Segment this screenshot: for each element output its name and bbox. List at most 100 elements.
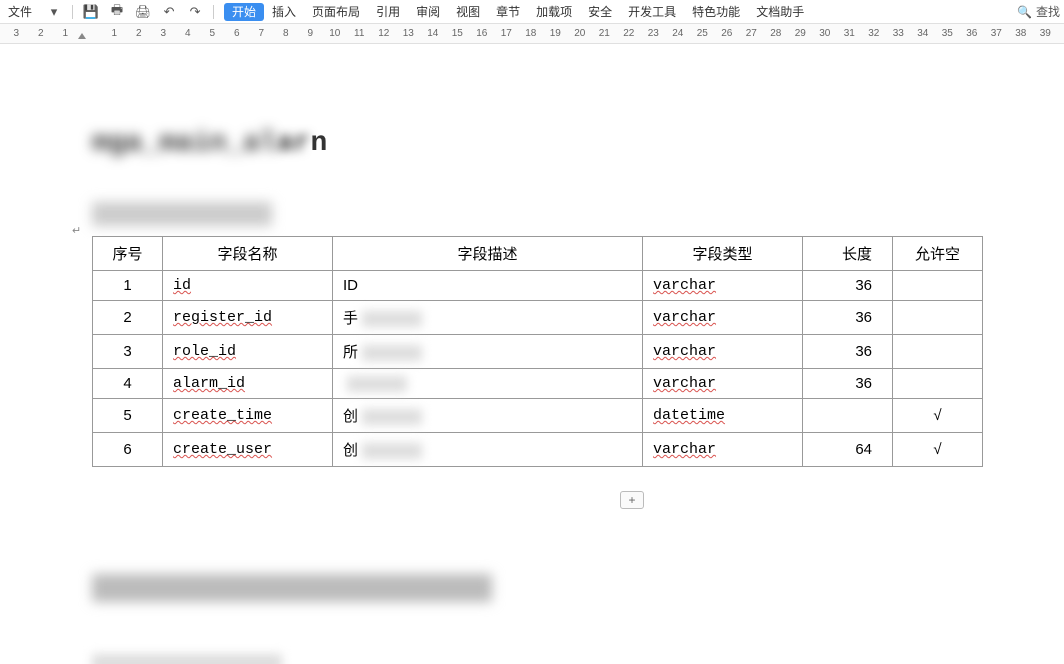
tab-加载项[interactable]: 加载项 [528, 3, 580, 21]
print-preview-icon[interactable]: 🖨 [135, 4, 151, 20]
cell-null[interactable] [893, 271, 983, 301]
print-icon[interactable]: 🖶 [109, 4, 125, 20]
page[interactable]: mga_main_alarn ↵ 序号 字段名称 字段描述 字段类型 长度 允许… [0, 44, 1064, 664]
ruler-tick: 20 [568, 28, 593, 39]
ruler-tick: 38 [1009, 28, 1034, 39]
ruler-tick: 17 [494, 28, 519, 39]
cell-seq[interactable]: 4 [93, 369, 163, 399]
ruler[interactable]: 3211234567891011121314151617181920212223… [0, 24, 1064, 44]
table-row[interactable]: 2register_id手varchar36 [93, 301, 983, 335]
ruler-tick: 15 [445, 28, 470, 39]
cell-len[interactable]: 36 [803, 369, 893, 399]
cell-seq[interactable]: 1 [93, 271, 163, 301]
cell-desc[interactable]: 所 [333, 335, 643, 369]
tab-引用[interactable]: 引用 [368, 3, 408, 21]
cell-len[interactable]: 64 [803, 433, 893, 467]
table-row[interactable]: 5create_time创datetime √ [93, 399, 983, 433]
header-len[interactable]: 长度 [803, 237, 893, 271]
tab-章节[interactable]: 章节 [488, 3, 528, 21]
cell-desc[interactable] [333, 369, 643, 399]
document-area: mga_main_alarn ↵ 序号 字段名称 字段描述 字段类型 长度 允许… [0, 44, 1064, 664]
tab-视图[interactable]: 视图 [448, 3, 488, 21]
cell-null[interactable] [893, 335, 983, 369]
ruler-tick: 24 [666, 28, 691, 39]
table-row[interactable]: 4alarm_id varchar36 [93, 369, 983, 399]
cell-len[interactable]: 36 [803, 271, 893, 301]
search-button[interactable]: 🔍 查找 [1017, 3, 1060, 20]
tab-开始[interactable]: 开始 [224, 3, 264, 21]
cell-type[interactable]: varchar [643, 271, 803, 301]
cell-null[interactable] [893, 369, 983, 399]
header-null[interactable]: 允许空 [893, 237, 983, 271]
ruler-tick: 29 [788, 28, 813, 39]
cell-seq[interactable]: 2 [93, 301, 163, 335]
tab-安全[interactable]: 安全 [580, 3, 620, 21]
cell-type[interactable]: varchar [643, 433, 803, 467]
cell-len[interactable] [803, 399, 893, 433]
table-row[interactable]: 3role_id所varchar36 [93, 335, 983, 369]
ruler-tick: 18 [519, 28, 544, 39]
cell-null[interactable] [893, 301, 983, 335]
ruler-tick: 1 [102, 28, 127, 39]
file-menu[interactable]: 文件 [4, 3, 36, 20]
ruler-tick: 27 [739, 28, 764, 39]
tab-开发工具[interactable]: 开发工具 [620, 3, 684, 21]
schema-table[interactable]: 序号 字段名称 字段描述 字段类型 长度 允许空 1idIDvarchar362… [92, 236, 983, 467]
tab-审阅[interactable]: 审阅 [408, 3, 448, 21]
cell-desc[interactable]: 手 [333, 301, 643, 335]
ruler-tick: 13 [396, 28, 421, 39]
divider [72, 5, 73, 19]
cell-len[interactable]: 36 [803, 335, 893, 369]
cell-desc[interactable]: 创 [333, 399, 643, 433]
cell-desc[interactable]: ID [333, 271, 643, 301]
tabs: 开始插入页面布局引用审阅视图章节加载项安全开发工具特色功能文档助手 [224, 3, 812, 20]
tab-页面布局[interactable]: 页面布局 [304, 3, 368, 21]
file-dropdown-icon[interactable]: ▾ [46, 4, 62, 20]
ruler-tick: 5 [200, 28, 225, 39]
bottom-text-redacted [92, 654, 282, 664]
cell-name[interactable]: create_time [163, 399, 333, 433]
ruler-tick: 8 [274, 28, 299, 39]
header-seq[interactable]: 序号 [93, 237, 163, 271]
add-row-button[interactable]: + [620, 491, 644, 509]
cell-seq[interactable]: 3 [93, 335, 163, 369]
cell-seq[interactable]: 5 [93, 399, 163, 433]
cell-null[interactable]: √ [893, 433, 983, 467]
tab-插入[interactable]: 插入 [264, 3, 304, 21]
header-name[interactable]: 字段名称 [163, 237, 333, 271]
cell-type[interactable]: varchar [643, 335, 803, 369]
search-icon: 🔍 [1017, 5, 1032, 19]
ruler-tick: 40 [1058, 28, 1064, 39]
cell-type[interactable]: varchar [643, 369, 803, 399]
divider [213, 5, 214, 19]
table-row[interactable]: 1idIDvarchar36 [93, 271, 983, 301]
header-type[interactable]: 字段类型 [643, 237, 803, 271]
ruler-tick: 19 [543, 28, 568, 39]
cell-null[interactable]: √ [893, 399, 983, 433]
ruler-tick: 2 [127, 28, 152, 39]
cell-desc[interactable]: 创 [333, 433, 643, 467]
cell-len[interactable]: 36 [803, 301, 893, 335]
cell-name[interactable]: register_id [163, 301, 333, 335]
indent-marker-icon[interactable] [78, 33, 86, 39]
ruler-tick: 39 [1033, 28, 1058, 39]
header-desc[interactable]: 字段描述 [333, 237, 643, 271]
document-title[interactable]: mga_main_alarn [92, 128, 327, 159]
tab-文档助手[interactable]: 文档助手 [748, 3, 812, 21]
ruler-tick: 16 [470, 28, 495, 39]
cell-type[interactable]: varchar [643, 301, 803, 335]
cell-name[interactable]: alarm_id [163, 369, 333, 399]
ruler-tick: 6 [225, 28, 250, 39]
cell-name[interactable]: create_user [163, 433, 333, 467]
undo-icon[interactable]: ↶ [161, 4, 177, 20]
paragraph-mark-icon: ↵ [72, 224, 81, 237]
tab-特色功能[interactable]: 特色功能 [684, 3, 748, 21]
save-icon[interactable]: 💾 [83, 4, 99, 20]
cell-name[interactable]: role_id [163, 335, 333, 369]
cell-name[interactable]: id [163, 271, 333, 301]
subtitle-redacted [92, 202, 272, 226]
redo-icon[interactable]: ↷ [187, 4, 203, 20]
cell-type[interactable]: datetime [643, 399, 803, 433]
table-row[interactable]: 6create_user创varchar64√ [93, 433, 983, 467]
cell-seq[interactable]: 6 [93, 433, 163, 467]
